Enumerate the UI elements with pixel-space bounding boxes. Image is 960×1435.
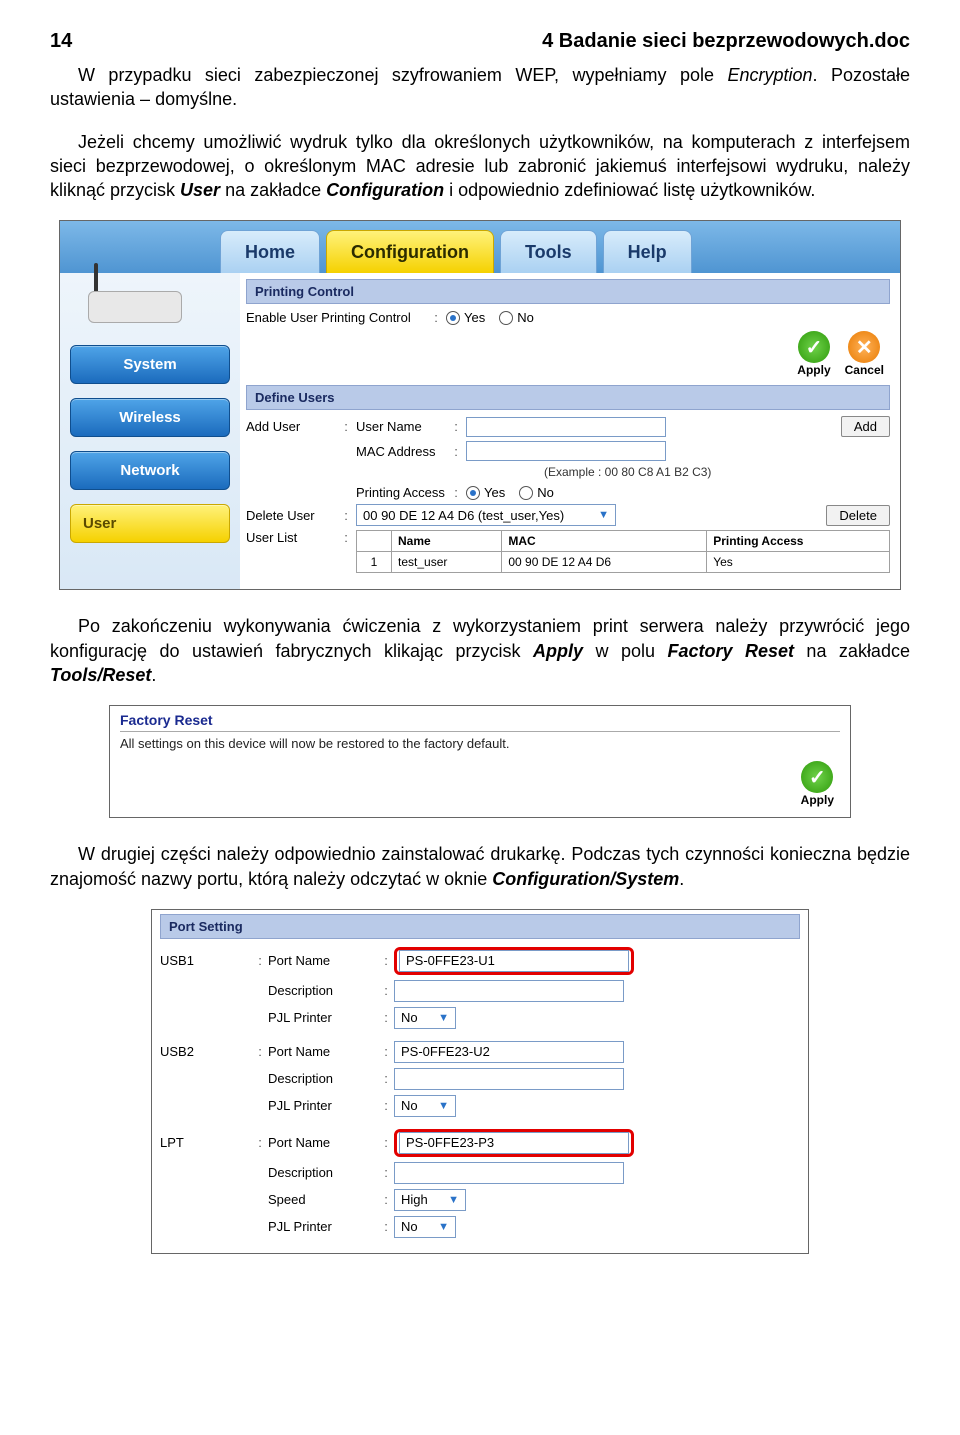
usb2-port-input[interactable]: PS-0FFE23-U2	[394, 1041, 624, 1063]
usb1-description-input[interactable]	[394, 980, 624, 1002]
tab-help[interactable]: Help	[603, 230, 692, 273]
table-row: 1 test_user 00 90 DE 12 A4 D6 Yes	[357, 552, 890, 573]
chevron-down-icon: ▼	[438, 1012, 449, 1024]
pjl-label: PJL Printer	[268, 1098, 378, 1113]
chevron-down-icon: ▼	[438, 1221, 449, 1233]
tab-tools[interactable]: Tools	[500, 230, 597, 273]
description-label: Description	[268, 1071, 378, 1086]
paragraph-2: Jeżeli chcemy umożliwić wydruk tylko dla…	[50, 130, 910, 203]
usb1-label: USB1	[160, 953, 252, 968]
mac-example: (Example : 00 80 C8 A1 B2 C3)	[544, 465, 890, 479]
nav-user[interactable]: User	[70, 504, 230, 543]
pjl-label: PJL Printer	[268, 1010, 378, 1025]
page-number: 14	[50, 30, 72, 53]
username-input[interactable]	[466, 417, 666, 437]
description-label: Description	[268, 983, 378, 998]
portname-label: Port Name	[268, 1135, 378, 1150]
nav-network[interactable]: Network	[70, 451, 230, 490]
usb2-description-input[interactable]	[394, 1068, 624, 1090]
delete-button[interactable]: Delete	[826, 505, 890, 526]
side-nav: System Wireless Network User	[60, 273, 240, 589]
mac-label: MAC Address	[356, 444, 446, 459]
lpt-speed-select[interactable]: High▼	[394, 1189, 466, 1211]
screenshot-factory-reset: Factory Reset All settings on this devic…	[109, 705, 851, 818]
portname-label: Port Name	[268, 953, 378, 968]
port-setting-header: Port Setting	[160, 914, 800, 939]
enable-no-radio[interactable]: No	[499, 310, 534, 325]
doc-title: 4 Badanie sieci bezprzewodowych.doc	[542, 30, 910, 53]
lpt-pjl-select[interactable]: No▼	[394, 1216, 456, 1238]
lpt-port-input[interactable]: PS-0FFE23-P3	[399, 1132, 629, 1154]
x-icon: ✕	[848, 331, 880, 363]
nav-wireless[interactable]: Wireless	[70, 398, 230, 437]
lpt-label: LPT	[160, 1135, 252, 1150]
usb1-port-input[interactable]: PS-0FFE23-U1	[399, 950, 629, 972]
usb1-pjl-select[interactable]: No▼	[394, 1007, 456, 1029]
router-illustration	[70, 263, 200, 333]
tab-configuration[interactable]: Configuration	[326, 230, 494, 273]
apply-button[interactable]: ✓ Apply	[797, 331, 830, 377]
enable-yes-radio[interactable]: Yes	[446, 310, 485, 325]
user-list-table: Name MAC Printing Access 1 test_user 00 …	[356, 530, 890, 573]
adduser-label: Add User	[246, 419, 336, 434]
nav-system[interactable]: System	[70, 345, 230, 384]
username-label: User Name	[356, 419, 446, 434]
screenshot-configuration: Home Configuration Tools Help System Wir…	[59, 220, 901, 590]
printing-access-label: Printing Access	[356, 485, 446, 500]
chevron-down-icon: ▼	[438, 1100, 449, 1112]
factory-reset-header: Factory Reset	[120, 712, 840, 732]
screenshot-port-setting: Port Setting USB1: Port Name: PS-0FFE23-…	[151, 909, 809, 1254]
check-icon: ✓	[801, 761, 833, 793]
factory-reset-text: All settings on this device will now be …	[120, 736, 840, 751]
check-icon: ✓	[798, 331, 830, 363]
deleteuser-label: Delete User	[246, 508, 336, 523]
usb2-pjl-select[interactable]: No▼	[394, 1095, 456, 1117]
paragraph-3: Po zakończeniu wykonywania ćwiczenia z w…	[50, 614, 910, 687]
pjl-label: PJL Printer	[268, 1219, 378, 1234]
pa-no-radio[interactable]: No	[519, 485, 554, 500]
apply-button[interactable]: ✓ Apply	[801, 761, 834, 807]
chevron-down-icon: ▼	[448, 1194, 459, 1206]
paragraph-4: W drugiej części należy odpowiednio zain…	[50, 842, 910, 891]
mac-input[interactable]	[466, 441, 666, 461]
deleteuser-select[interactable]: 00 90 DE 12 A4 D6 (test_user,Yes) ▼	[356, 504, 616, 526]
cancel-button[interactable]: ✕ Cancel	[845, 331, 884, 377]
lpt-port-highlight: PS-0FFE23-P3	[394, 1129, 634, 1157]
printing-control-header: Printing Control	[246, 279, 890, 304]
portname-label: Port Name	[268, 1044, 378, 1059]
speed-label: Speed	[268, 1192, 378, 1207]
define-users-header: Define Users	[246, 385, 890, 410]
chevron-down-icon: ▼	[598, 509, 609, 521]
tab-home[interactable]: Home	[220, 230, 320, 273]
enable-label: Enable User Printing Control	[246, 310, 426, 325]
pa-yes-radio[interactable]: Yes	[466, 485, 505, 500]
userlist-label: User List	[246, 530, 336, 545]
description-label: Description	[268, 1165, 378, 1180]
usb1-port-highlight: PS-0FFE23-U1	[394, 947, 634, 975]
paragraph-1: W przypadku sieci zabezpieczonej szyfrow…	[50, 63, 910, 112]
add-button[interactable]: Add	[841, 416, 890, 437]
usb2-label: USB2	[160, 1044, 252, 1059]
lpt-description-input[interactable]	[394, 1162, 624, 1184]
